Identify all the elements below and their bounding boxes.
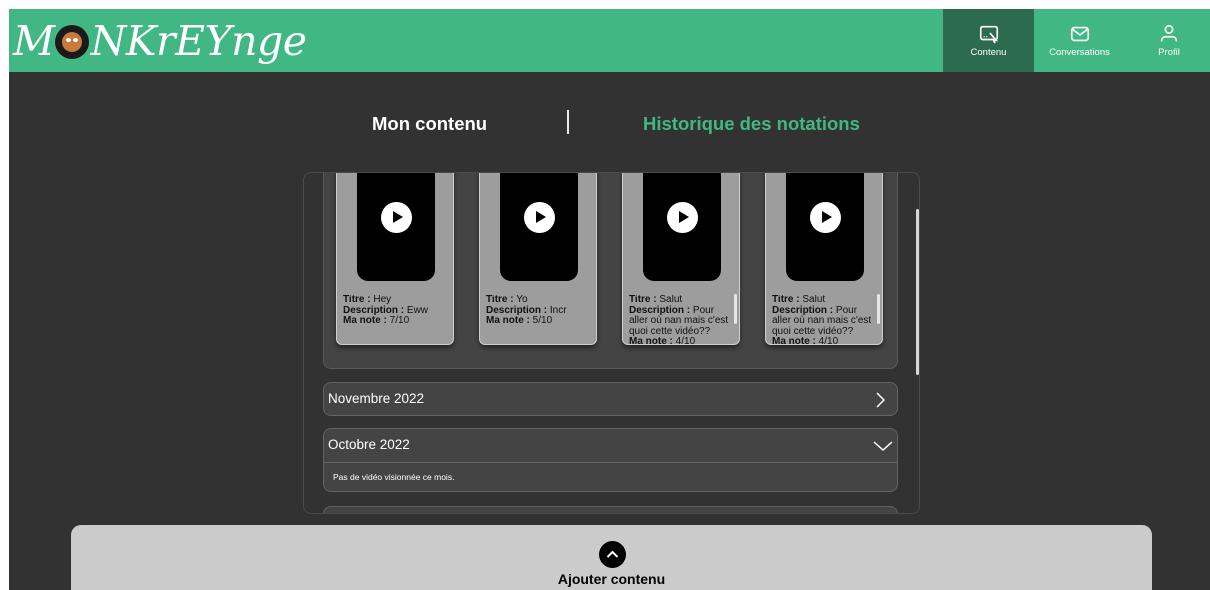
video-thumbnail[interactable] bbox=[786, 173, 864, 281]
video-title: Yo bbox=[513, 295, 528, 305]
video-info: Titre : Salut Description : Pour aller o… bbox=[772, 295, 872, 345]
tab-rating-history[interactable]: Historique des notations bbox=[643, 113, 860, 135]
month-label: Novembre 2022 bbox=[328, 391, 425, 406]
video-card[interactable]: Titre : Hey Description : Eww Ma note : … bbox=[336, 173, 454, 345]
video-title: Hey bbox=[370, 295, 392, 305]
panel-scrollbar[interactable] bbox=[916, 209, 919, 375]
card-scrollbar[interactable] bbox=[877, 294, 880, 324]
empty-month-message: Pas de vidéo visionnée ce mois. bbox=[333, 472, 455, 482]
divider bbox=[324, 462, 897, 463]
app-logo[interactable]: M NKrEYnge bbox=[13, 15, 307, 67]
play-icon[interactable] bbox=[667, 202, 698, 233]
play-icon[interactable] bbox=[810, 202, 841, 233]
play-icon[interactable] bbox=[524, 202, 555, 233]
tab-my-content[interactable]: Mon contenu bbox=[372, 113, 487, 135]
nav-content[interactable]: Contenu bbox=[943, 9, 1034, 72]
month-row-november[interactable]: Novembre 2022 bbox=[323, 382, 898, 416]
top-navigation-bar: M NKrEYnge Contenu Conversations Profil bbox=[9, 9, 1210, 72]
video-card[interactable]: Titre : Salut Description : Pour aller o… bbox=[622, 173, 740, 345]
chevron-up-icon bbox=[606, 550, 619, 558]
content-icon bbox=[979, 25, 998, 44]
video-thumbnail[interactable] bbox=[357, 173, 435, 281]
video-info: Titre : Yo Description : Incr Ma note : … bbox=[486, 295, 567, 326]
video-title: Salut bbox=[656, 295, 683, 305]
video-description: Incr bbox=[547, 304, 567, 316]
add-content-label: Ajouter contenu bbox=[557, 571, 666, 587]
logo-text-right: NKrEYnge bbox=[90, 17, 307, 65]
nav-profile-label: Profil bbox=[1158, 47, 1180, 58]
play-icon[interactable] bbox=[381, 202, 412, 233]
month-expanded-videos: Titre : Hey Description : Eww Ma note : … bbox=[323, 173, 898, 369]
video-thumbnail[interactable] bbox=[643, 173, 721, 281]
month-label: Octobre 2022 bbox=[328, 437, 410, 452]
video-rating: 4/10 bbox=[815, 336, 839, 345]
video-info: Titre : Hey Description : Eww Ma note : … bbox=[343, 295, 429, 326]
nav-conversations[interactable]: Conversations bbox=[1034, 9, 1125, 72]
monkey-face-icon bbox=[55, 25, 90, 59]
chevron-down-icon bbox=[873, 441, 893, 452]
tab-divider bbox=[567, 110, 569, 134]
logo-text-left: M bbox=[13, 17, 55, 65]
video-card[interactable]: Titre : Salut Description : Pour aller o… bbox=[765, 173, 883, 345]
add-content-panel[interactable]: Ajouter contenu bbox=[71, 525, 1152, 590]
mail-icon bbox=[1070, 26, 1089, 42]
app-window: M NKrEYnge Contenu Conversations Profil … bbox=[9, 9, 1210, 590]
nav-conversations-label: Conversations bbox=[1049, 47, 1110, 58]
chevron-right-icon bbox=[876, 392, 886, 408]
video-rating: 5/10 bbox=[529, 315, 553, 326]
video-description: Eww bbox=[404, 304, 429, 316]
video-rating: 4/10 bbox=[672, 336, 696, 345]
month-row-october[interactable]: Octobre 2022 Pas de vidéo visionnée ce m… bbox=[323, 428, 898, 492]
video-card[interactable]: Titre : Yo Description : Incr Ma note : … bbox=[479, 173, 597, 345]
nav-profile[interactable]: Profil bbox=[1139, 9, 1199, 72]
video-title: Salut bbox=[799, 295, 826, 305]
video-thumbnail[interactable] bbox=[500, 173, 578, 281]
add-content-button[interactable] bbox=[599, 541, 626, 568]
card-scrollbar[interactable] bbox=[734, 294, 737, 324]
video-rating: 7/10 bbox=[386, 315, 410, 326]
nav-content-label: Contenu bbox=[970, 47, 1007, 58]
rating-history-panel[interactable]: Titre : Hey Description : Eww Ma note : … bbox=[303, 172, 920, 514]
profile-icon bbox=[1160, 24, 1178, 42]
month-row-next[interactable] bbox=[323, 506, 898, 513]
video-info: Titre : Salut Description : Pour aller o… bbox=[629, 295, 729, 345]
